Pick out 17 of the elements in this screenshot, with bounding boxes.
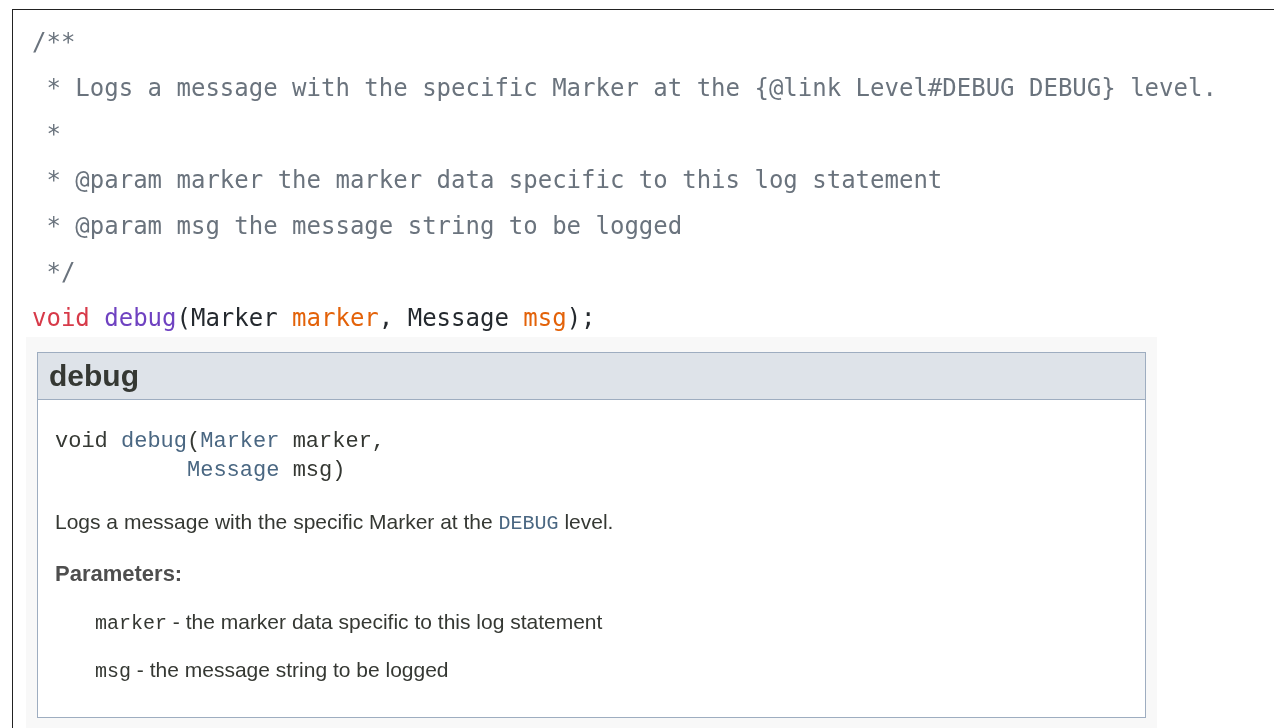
code-comment-line: /**	[31, 27, 76, 58]
parameter-description: marker - the marker data specific to this log statement	[95, 610, 603, 635]
parameter-description: msg - the message string to be logged	[95, 658, 449, 683]
code-comment-line: * Logs a message with the specific Marker at the {@link Level#DEBUG DEBUG} level.	[45, 73, 1217, 104]
method-description: Logs a message with the specific Marker at the DEBUG level.	[55, 510, 614, 535]
level-link[interactable]: DEBUG	[498, 512, 559, 535]
code-comment-line: * @param marker the marker data specific to this log statement	[45, 165, 943, 196]
code-comment-line: * @param msg the message string to be logged	[45, 211, 683, 242]
type-link[interactable]: Message	[187, 458, 280, 483]
method-signature-line: void debug(Marker marker,	[55, 428, 386, 456]
method-signature-line: Message msg)	[187, 457, 346, 485]
code-comment-line: */	[45, 257, 76, 288]
type-link[interactable]: Marker	[200, 429, 280, 454]
parameters-heading: Parameters:	[55, 561, 183, 587]
code-line: void debug(Marker marker, Message msg);	[31, 303, 596, 334]
method-title: debug	[49, 359, 139, 393]
code-comment-line: *	[45, 119, 61, 150]
